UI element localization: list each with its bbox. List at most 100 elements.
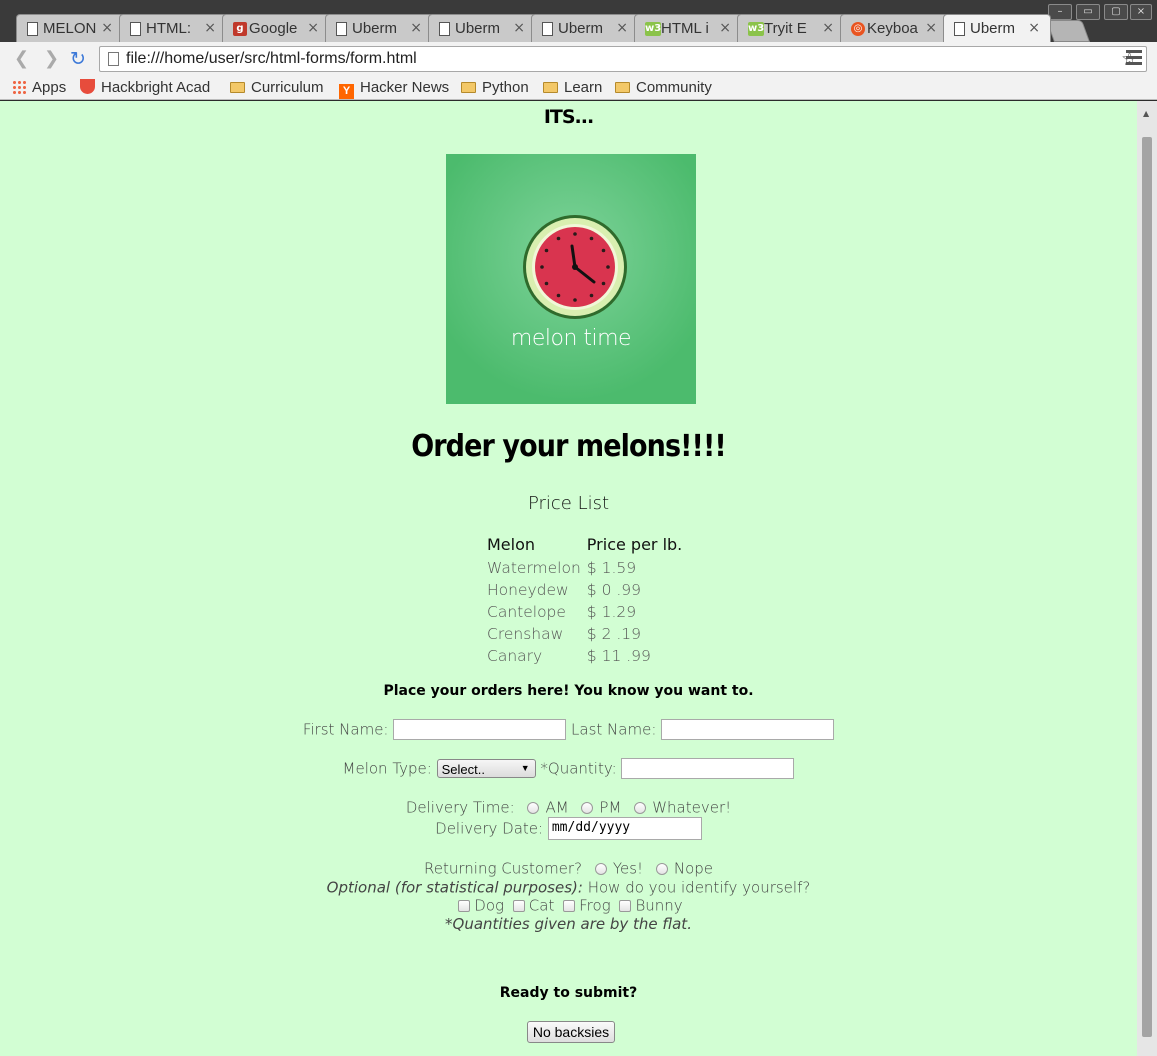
checkbox-dog[interactable] — [458, 899, 471, 912]
radio-yes[interactable] — [594, 862, 607, 875]
tab-close-icon[interactable]: × — [1028, 20, 1040, 36]
radio-whatever[interactable] — [634, 801, 647, 814]
tab-keyboard[interactable]: ◎ Keyboa × — [840, 14, 948, 42]
tab-melon[interactable]: MELON × — [16, 14, 124, 42]
optional-note: Optional (for statistical purposes): — [326, 878, 583, 897]
page-icon — [108, 52, 119, 66]
vertical-scrollbar[interactable]: ▲ — [1137, 101, 1157, 1056]
bookmarks-bar: Apps Hackbright Acad Curriculum Y Hacker … — [0, 76, 1157, 100]
hacker-news-icon: Y — [339, 84, 354, 99]
delivery-date-row: Delivery Date: mm/dd/yyyy — [0, 817, 1137, 840]
order-prompt: Place your orders here! You know you wan… — [383, 683, 754, 699]
tab-close-icon[interactable]: × — [204, 20, 216, 36]
page-viewport: ITS... melon time Order your melons!!!! … — [0, 101, 1157, 1056]
w3-icon: w3 — [645, 22, 662, 36]
table-row: Crenshaw $ 2 .19 — [484, 623, 685, 645]
checkbox-cat-label: Cat — [528, 896, 555, 915]
tab-label: Uberm — [352, 20, 398, 37]
google-forms-icon: g — [233, 22, 247, 36]
price-cell: $ 2 .19 — [586, 625, 642, 643]
melon-time-logo: melon time — [446, 154, 696, 404]
ready-label: Ready to submit? — [499, 985, 638, 1001]
tab-close-icon[interactable]: × — [307, 20, 319, 36]
tab-uberm-3[interactable]: Uberm × — [531, 14, 639, 42]
tab-uberm-active[interactable]: Uberm × — [943, 14, 1051, 42]
bookmark-python[interactable]: Python — [461, 79, 529, 96]
tab-label: Uberm — [558, 20, 604, 37]
tab-uberm-1[interactable]: Uberm × — [325, 14, 433, 42]
melon-type-select[interactable]: Select.. ▼ — [436, 759, 536, 778]
browser-toolbar: ❮ ❯ ↻ file:///home/user/src/html-forms/f… — [0, 42, 1157, 76]
delivery-date-field[interactable]: mm/dd/yyyy — [547, 817, 702, 840]
table-row: Cantelope $ 1.29 — [484, 601, 685, 623]
bookmark-label: Apps — [32, 79, 67, 96]
tab-google[interactable]: g Google × — [222, 14, 330, 42]
bookmark-label: Curriculum — [251, 79, 324, 96]
tab-uberm-2[interactable]: Uberm × — [428, 14, 536, 42]
bookmark-apps[interactable]: Apps — [12, 79, 66, 96]
folder-icon — [543, 82, 558, 93]
bookmark-label: Learn — [564, 79, 603, 96]
doc-icon — [336, 22, 348, 36]
column-header-melon: Melon — [487, 534, 536, 554]
last-name-field[interactable] — [661, 719, 835, 740]
bookmark-hacker-news[interactable]: Y Hacker News — [339, 79, 449, 99]
bookmark-label: Python — [482, 79, 529, 96]
tab-close-icon[interactable]: × — [101, 20, 113, 36]
tab-close-icon[interactable]: × — [925, 20, 937, 36]
browser-titlebar: – ▭ ▢ × MELON × HTML: × g Google × Uberm… — [0, 0, 1157, 42]
hackbright-icon — [80, 79, 95, 94]
bookmark-label: Community — [636, 79, 712, 96]
bookmark-curriculum[interactable]: Curriculum — [230, 79, 324, 96]
doc-icon — [27, 22, 39, 36]
tab-close-icon[interactable]: × — [513, 20, 525, 36]
radio-nope[interactable] — [655, 862, 668, 875]
forward-arrow-icon[interactable]: ❯ — [44, 49, 59, 69]
tab-tryit[interactable]: w3 Tryit E × — [737, 14, 845, 42]
melon-name-cell: Crenshaw — [487, 625, 564, 643]
reload-icon[interactable]: ↻ — [70, 48, 86, 70]
radio-nope-label: Nope — [673, 859, 713, 878]
tab-close-icon[interactable]: × — [616, 20, 628, 36]
melon-order-page: ITS... melon time Order your melons!!!! … — [0, 101, 1137, 1056]
melon-name-cell: Honeydew — [487, 581, 569, 599]
new-tab-button[interactable] — [1045, 20, 1091, 42]
tab-label: Uberm — [455, 20, 501, 37]
menu-icon[interactable] — [1126, 50, 1142, 68]
quantity-field[interactable] — [621, 758, 795, 779]
tab-close-icon[interactable]: × — [410, 20, 422, 36]
name-row: First Name: Last Name: — [0, 719, 1137, 740]
first-name-field[interactable] — [393, 719, 567, 740]
bookmark-hackbright[interactable]: Hackbright Acad — [80, 79, 210, 96]
melon-name-cell: Watermelon — [487, 559, 581, 577]
table-row: Canary $ 11 .99 — [484, 645, 685, 667]
melon-name-cell: Canary — [487, 647, 543, 665]
scroll-up-arrow-icon[interactable]: ▲ — [1143, 109, 1149, 118]
submit-button[interactable]: No backsies — [527, 1021, 615, 1043]
back-arrow-icon[interactable]: ❮ — [14, 49, 29, 69]
doc-icon — [954, 22, 966, 36]
radio-am-label: AM — [545, 798, 569, 817]
url-text[interactable]: file:///home/user/src/html-forms/form.ht… — [126, 50, 417, 68]
delivery-time-label: Delivery Time: — [405, 798, 515, 817]
bookmark-label: Hacker News — [360, 79, 450, 96]
folder-icon — [461, 82, 476, 93]
checkbox-cat[interactable] — [512, 899, 525, 912]
tab-html[interactable]: HTML: × — [119, 14, 227, 42]
tab-label: MELON — [43, 20, 97, 37]
ubuntu-icon: ◎ — [851, 22, 865, 36]
tab-close-icon[interactable]: × — [719, 20, 731, 36]
checkbox-frog-label: Frog — [579, 896, 611, 915]
tab-close-icon[interactable]: × — [822, 20, 834, 36]
radio-pm[interactable] — [581, 801, 594, 814]
checkbox-bunny[interactable] — [619, 899, 632, 912]
address-bar[interactable]: file:///home/user/src/html-forms/form.ht… — [99, 46, 1147, 72]
scrollbar-thumb[interactable] — [1142, 137, 1152, 1037]
radio-am[interactable] — [527, 801, 540, 814]
checkbox-frog[interactable] — [563, 899, 576, 912]
price-cell: $ 0 .99 — [586, 581, 642, 599]
tab-html-i[interactable]: w3 HTML i × — [634, 14, 742, 42]
bookmark-learn[interactable]: Learn — [543, 79, 602, 96]
price-table: Melon Price per lb. Watermelon $ 1.59 Hon… — [484, 533, 685, 667]
bookmark-community[interactable]: Community — [615, 79, 712, 96]
